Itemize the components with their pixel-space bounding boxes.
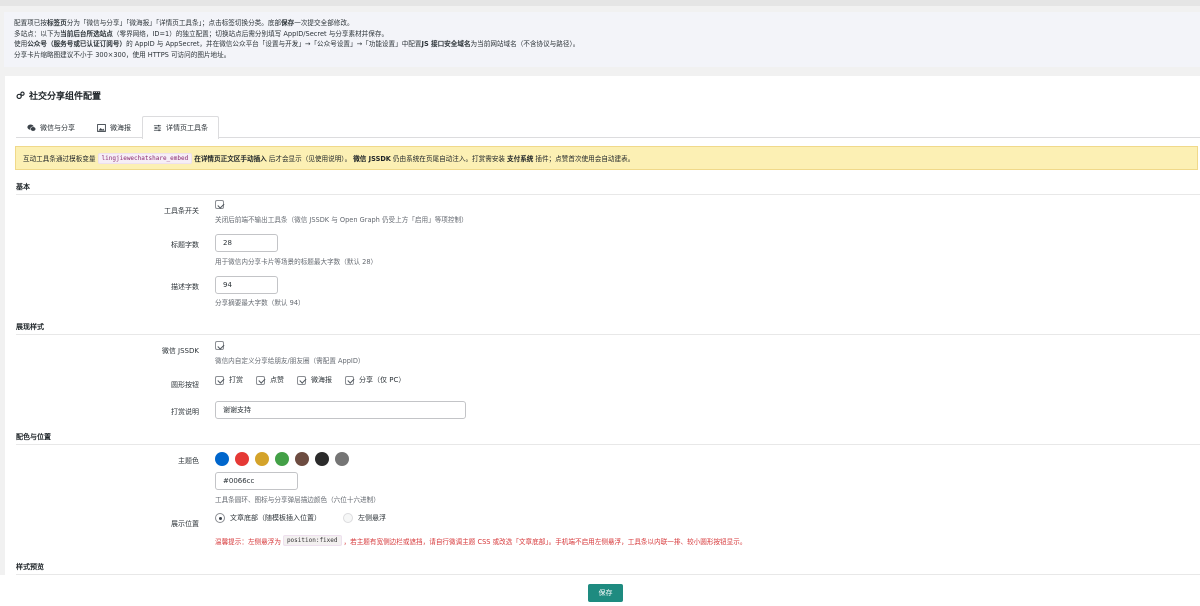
title-length-input[interactable]: 28 (215, 234, 278, 252)
settings-card: 社交分享组件配置 微信与分享 微海报 详情页工具条 互动工具条通过模板变量 li… (5, 76, 1200, 606)
reward-text-input[interactable]: 谢谢支持 (215, 401, 466, 419)
swatch-red[interactable] (235, 452, 249, 466)
toolbar-switch-label: 工具条开关 (164, 207, 199, 215)
sliders-icon (153, 124, 162, 132)
jssdk-label: 微信 JSSDK (161, 347, 199, 355)
embed-code: lingjiewechatshare_embed (97, 152, 193, 164)
position-code: position:fixed (282, 535, 342, 546)
jssdk-desc: 微信内自定义分享给朋友/朋友圈（需配置 AppID） (215, 357, 365, 365)
tab-toolbar[interactable]: 详情页工具条 (142, 116, 219, 139)
position-options: 文章底部（随模板插入位置） 左侧悬浮 (215, 513, 386, 523)
share-checkbox[interactable] (345, 375, 354, 385)
notice-line-2: 多站点：以下为当前后台所选站点（零界网络，ID=1）的独立配置；切换站点后需分别… (14, 29, 389, 38)
position-label: 展示位置 (171, 520, 199, 528)
section-basic: 基本 (16, 183, 30, 191)
theme-color-input[interactable]: #0066cc (215, 472, 298, 490)
info-notice: 配置项已按标签页分为「微信与分享」「微海报」「详情页工具条」；点击标签切换分类。… (4, 12, 1200, 67)
save-button[interactable]: 保存 (588, 584, 623, 602)
theme-color-desc: 工具条圆环、图标与分享弹层描边颜色（六位十六进制） (215, 496, 380, 504)
desc-length-desc: 分享摘要最大字数（默认 94） (215, 299, 305, 307)
like-checkbox[interactable] (256, 375, 265, 385)
reward-checkbox[interactable] (215, 375, 224, 385)
card-title: 社交分享组件配置 (16, 89, 101, 102)
poster-checkbox[interactable] (297, 375, 306, 385)
notice-line-1: 配置项已按标签页分为「微信与分享」「微海报」「详情页工具条」；点击标签切换分类。… (14, 19, 354, 27)
image-icon (97, 123, 106, 132)
section-divider (16, 194, 1200, 195)
swatch-blue[interactable] (215, 452, 229, 466)
section-preview: 样式预览 (16, 563, 44, 571)
wechat-icon (27, 123, 36, 131)
notice-line-4: 分享卡片缩略图建议不小于 300×300，使用 HTTPS 可访问的图片地址。 (14, 50, 231, 59)
swatch-black[interactable] (315, 452, 329, 466)
swatch-gold[interactable] (255, 452, 269, 466)
notice-line-3: 使用公众号（服务号或已认证订阅号）的 AppID 与 AppSecret，并在微… (14, 40, 580, 48)
swatch-brown[interactable] (295, 452, 309, 466)
toolbar-switch-checkbox[interactable] (215, 200, 224, 209)
jssdk-checkbox[interactable] (215, 341, 224, 350)
position-left-radio[interactable] (343, 513, 353, 523)
title-length-label: 标题字数 (171, 241, 199, 249)
section-divider (16, 444, 1200, 445)
section-color: 配色与位置 (16, 433, 51, 441)
tab-wechat-share[interactable]: 微信与分享 (16, 116, 86, 138)
position-bottom-radio[interactable] (215, 513, 225, 523)
swatch-gray[interactable] (335, 452, 349, 466)
desc-length-label: 描述字数 (171, 283, 199, 291)
color-swatches (215, 452, 349, 466)
embed-warning: 互动工具条通过模板变量 lingjiewechatshare_embed 在详情… (15, 146, 1198, 170)
buttons-label: 圆形按钮 (171, 381, 199, 389)
swatch-green[interactable] (275, 452, 289, 466)
theme-color-label: 主题色 (178, 457, 199, 465)
round-buttons-options: 打赏 点赞 微海报 分享（仅 PC） (215, 375, 405, 385)
tab-bar: 微信与分享 微海报 详情页工具条 (16, 116, 219, 139)
desc-length-input[interactable]: 94 (215, 276, 278, 294)
section-display: 展现样式 (16, 323, 44, 331)
tab-poster[interactable]: 微海报 (86, 116, 142, 138)
top-strip (0, 0, 1200, 6)
position-tip: 温馨提示：左侧悬浮为 position:fixed ，若主题有宽侧边栏或遮挡，请… (215, 535, 747, 546)
toolbar-switch-desc: 关闭后前端不输出工具条（微信 JSSDK 与 Open Graph 仍受上方「启… (215, 216, 468, 224)
section-divider (16, 334, 1200, 335)
gears-icon (16, 91, 25, 100)
reward-text-label: 打赏说明 (171, 408, 199, 416)
title-length-desc: 用于微信内分享卡片等场景的标题最大字数（默认 28） (215, 258, 378, 266)
